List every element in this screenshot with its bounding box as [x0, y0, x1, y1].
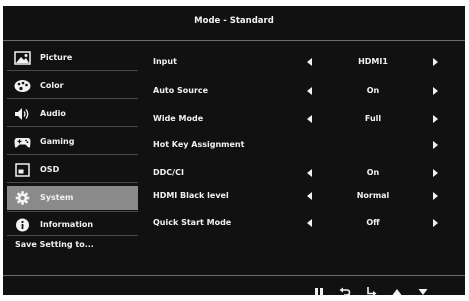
sidebar-item-label: OSD	[40, 165, 60, 174]
setting-row-auto-source[interactable]: Auto Source On	[153, 84, 453, 98]
setting-value: On	[366, 86, 380, 95]
setting-row-quick-start-mode[interactable]: Quick Start Mode Off	[153, 216, 453, 230]
setting-label: Auto Source	[153, 86, 209, 95]
gamepad-icon	[14, 138, 31, 148]
right-arrow-icon[interactable]	[433, 115, 438, 123]
sidebar-item-label: Gaming	[40, 137, 75, 146]
setting-row-wide-mode[interactable]: Wide Mode Full	[153, 112, 453, 126]
sidebar-item-label: Information	[40, 220, 94, 229]
sidebar-item-label: Picture	[40, 53, 73, 62]
setting-value: HDMI1	[358, 57, 388, 66]
right-arrow-icon[interactable]	[433, 58, 438, 66]
left-arrow-icon[interactable]	[307, 115, 312, 123]
osd-menu: Mode - Standard Picture Color Audio Gami…	[3, 6, 465, 296]
setting-value: Full	[364, 114, 382, 123]
setting-label: DDC/CI	[153, 168, 184, 177]
sidebar-divider	[7, 235, 138, 236]
sidebar-divider	[7, 182, 138, 183]
sidebar-divider	[7, 98, 138, 99]
right-arrow-icon[interactable]	[433, 87, 438, 95]
left-arrow-icon[interactable]	[307, 169, 312, 177]
sidebar-item-label: System	[40, 193, 74, 202]
sidebar-divider	[7, 211, 138, 212]
right-arrow-icon[interactable]	[433, 192, 438, 200]
menu-title: Mode - Standard	[194, 16, 274, 26]
back-icon[interactable]	[338, 285, 352, 299]
right-arrow-icon[interactable]	[433, 169, 438, 177]
setting-label: HDMI Black level	[153, 191, 229, 200]
setting-label: Hot Key Assignment	[153, 140, 245, 149]
left-arrow-icon[interactable]	[307, 219, 312, 227]
sidebar-item-osd[interactable]: OSD	[7, 158, 138, 182]
sidebar-item-label: Audio	[40, 109, 66, 118]
down-icon[interactable]	[416, 285, 430, 299]
sidebar-item-information[interactable]: Information	[7, 213, 138, 237]
setting-row-hot-key-assignment[interactable]: Hot Key Assignment	[153, 138, 453, 152]
right-arrow-icon[interactable]	[433, 219, 438, 227]
left-arrow-icon[interactable]	[307, 192, 312, 200]
sidebar-item-picture[interactable]: Picture	[7, 46, 138, 70]
setting-label: Quick Start Mode	[153, 218, 232, 227]
sidebar-item-system[interactable]: System	[7, 186, 138, 210]
left-arrow-icon[interactable]	[307, 58, 312, 66]
sidebar-item-audio[interactable]: Audio	[7, 102, 138, 126]
title-divider	[3, 40, 465, 41]
setting-value: Off	[366, 218, 380, 227]
setting-row-ddc-ci[interactable]: DDC/CI On	[153, 166, 453, 180]
up-icon[interactable]	[390, 285, 404, 299]
enter-icon[interactable]	[364, 285, 378, 299]
setting-row-hdmi-black-level[interactable]: HDMI Black level Normal	[153, 189, 453, 203]
save-setting-button[interactable]: Save Setting to...	[15, 240, 94, 249]
setting-row-input[interactable]: Input HDMI1	[153, 55, 453, 69]
sidebar-item-color[interactable]: Color	[7, 74, 138, 98]
left-arrow-icon[interactable]	[307, 87, 312, 95]
sidebar-item-gaming[interactable]: Gaming	[7, 130, 138, 154]
footer-divider	[3, 275, 465, 276]
palette-icon	[14, 80, 31, 92]
setting-label: Wide Mode	[153, 114, 204, 123]
osd-icon	[15, 163, 30, 177]
sidebar-item-label: Color	[40, 81, 64, 90]
picture-icon	[14, 51, 31, 65]
info-icon	[16, 218, 29, 232]
speaker-icon	[15, 108, 29, 120]
setting-value: On	[366, 168, 380, 177]
gear-icon	[15, 191, 30, 205]
sidebar-divider	[7, 70, 138, 71]
sidebar-divider	[7, 126, 138, 127]
sidebar-divider	[7, 154, 138, 155]
right-arrow-icon[interactable]	[433, 141, 438, 149]
setting-label: Input	[153, 57, 177, 66]
pause-icon[interactable]	[312, 285, 326, 299]
setting-value: Normal	[356, 191, 390, 200]
